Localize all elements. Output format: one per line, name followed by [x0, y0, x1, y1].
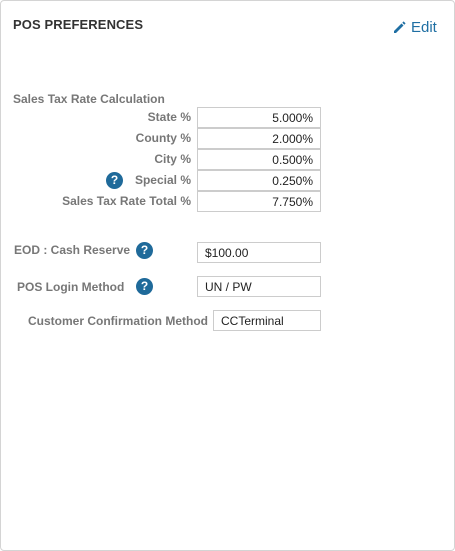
- pos-login-help-icon[interactable]: ?: [136, 278, 153, 295]
- tax-row-county: County % 2.000%: [1, 128, 331, 149]
- sales-tax-section-title: Sales Tax Rate Calculation: [13, 92, 165, 106]
- pos-login-method-input[interactable]: UN / PW: [197, 276, 321, 297]
- tax-value-city: 0.500%: [197, 149, 321, 170]
- tax-label-county: County %: [135, 131, 191, 145]
- customer-confirmation-method-input[interactable]: CCTerminal: [213, 310, 321, 331]
- tax-value-state: 5.000%: [197, 107, 321, 128]
- eod-help-icon[interactable]: ?: [136, 242, 153, 259]
- pencil-icon: [394, 20, 406, 33]
- tax-row-special: ? Special % 0.250%: [1, 170, 331, 191]
- tax-row-total: Sales Tax Rate Total % 7.750%: [1, 191, 331, 212]
- tax-value-total: 7.750%: [197, 191, 321, 212]
- eod-cash-reserve-input[interactable]: $100.00: [197, 242, 321, 263]
- eod-cash-reserve-label: EOD : Cash Reserve: [14, 243, 131, 257]
- tax-row-city: City % 0.500%: [1, 149, 331, 170]
- tax-row-state: State % 5.000%: [1, 107, 331, 128]
- tax-value-county: 2.000%: [197, 128, 321, 149]
- edit-label: Edit: [411, 18, 437, 36]
- tax-label-state: State %: [147, 110, 191, 124]
- panel-title: POS PREFERENCES: [13, 17, 144, 32]
- special-help-icon[interactable]: ?: [106, 172, 123, 189]
- tax-label-city: City %: [154, 152, 191, 166]
- pos-preferences-panel: POS PREFERENCES Edit Sales Tax Rate Calc…: [0, 0, 455, 551]
- pos-login-method-label: POS Login Method: [17, 280, 125, 294]
- tax-label-special: Special %: [134, 173, 191, 187]
- customer-confirmation-method-label: Customer Confirmation Method: [28, 314, 208, 328]
- edit-button[interactable]: Edit: [393, 17, 437, 37]
- tax-label-total: Sales Tax Rate Total %: [62, 194, 191, 208]
- tax-value-special: 0.250%: [197, 170, 321, 191]
